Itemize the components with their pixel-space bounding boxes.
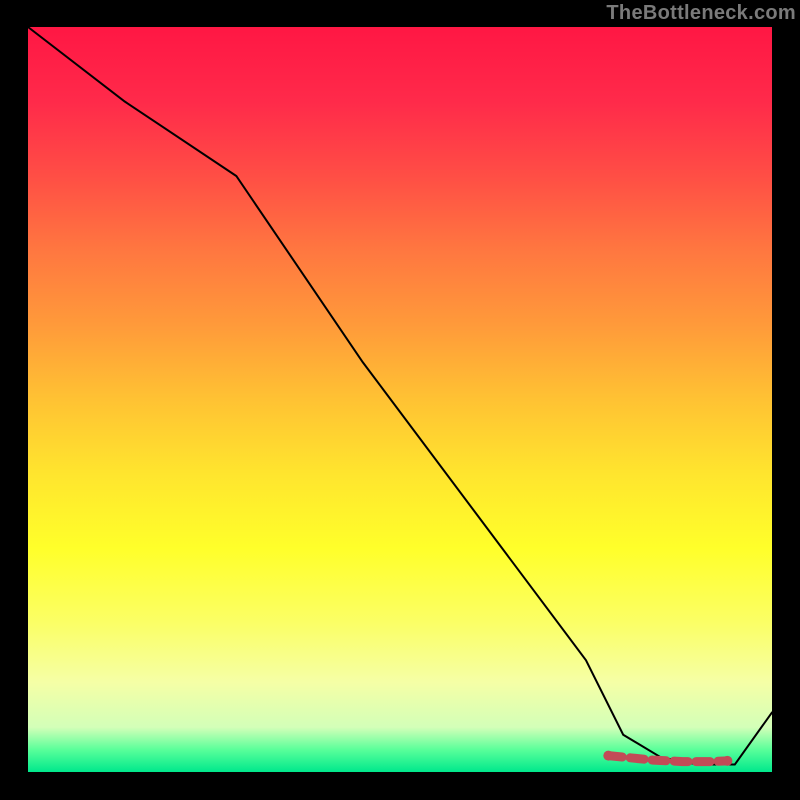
chart-marker-dot: [603, 751, 613, 761]
chart-line: [28, 27, 772, 765]
chart-markers-worm: [608, 756, 727, 762]
watermark-text: TheBottleneck.com: [606, 2, 796, 25]
chart-marker-dot: [722, 756, 732, 766]
chart-container: TheBottleneck.com: [0, 0, 800, 800]
chart-svg: [0, 0, 800, 800]
